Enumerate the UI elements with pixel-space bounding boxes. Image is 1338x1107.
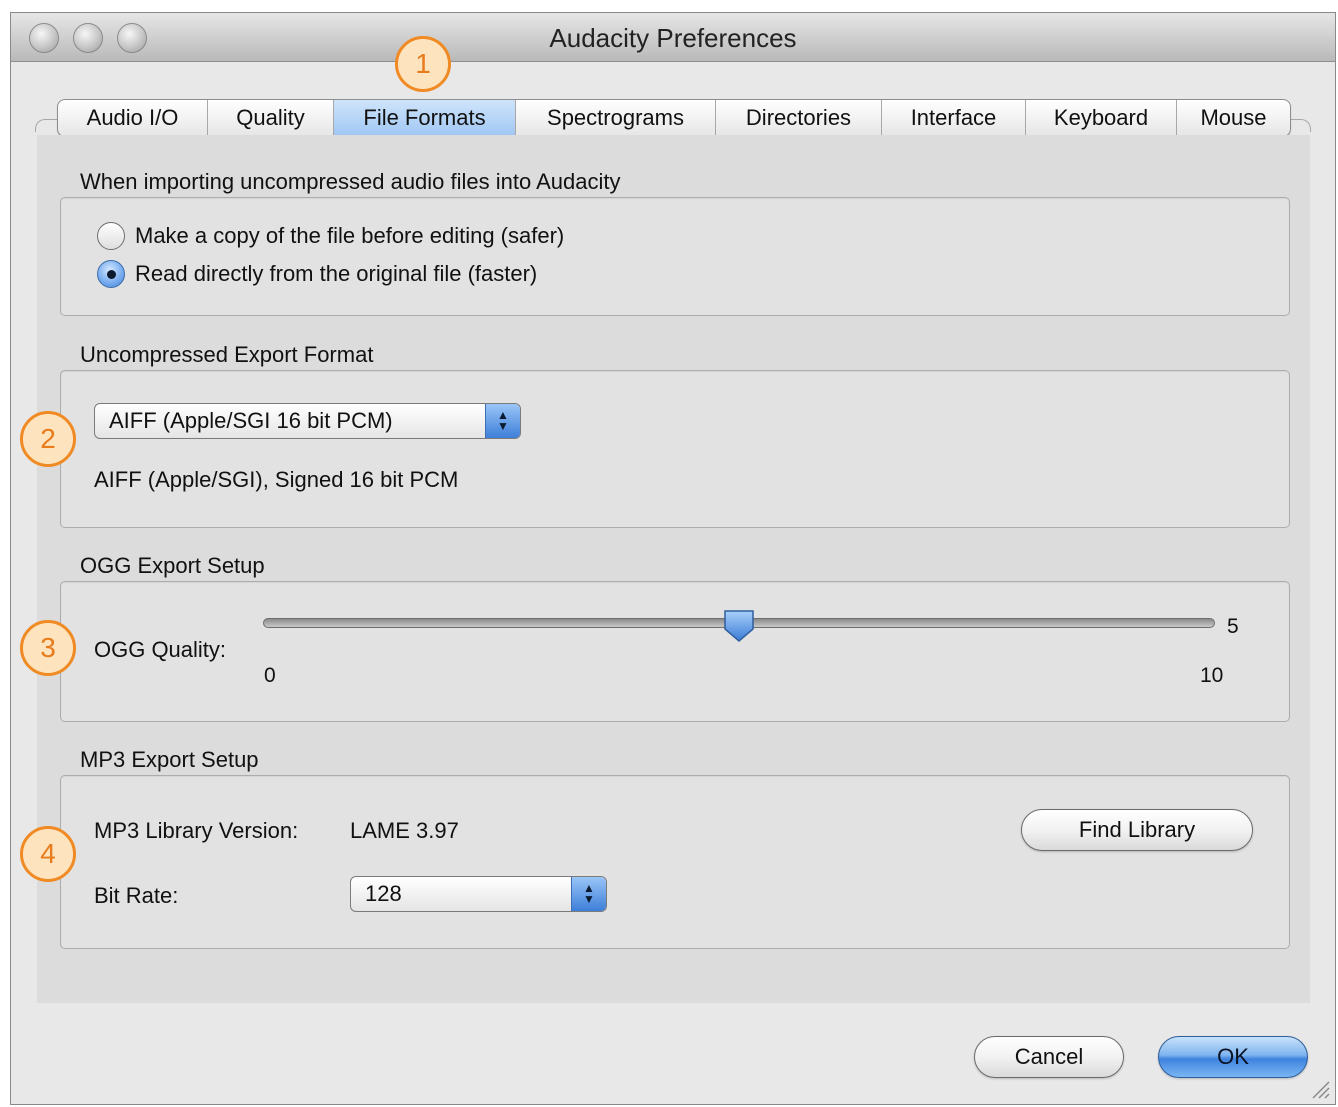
- ogg-quality-min: 0: [264, 664, 276, 687]
- tab-quality[interactable]: Quality: [208, 100, 334, 136]
- export-format-groupbox: AIFF (Apple/SGI 16 bit PCM) ▲ ▼ AIFF (App…: [60, 370, 1290, 528]
- export-format-section-label: Uncompressed Export Format: [80, 342, 374, 367]
- window-title: Audacity Preferences: [549, 23, 797, 53]
- find-library-button[interactable]: Find Library: [1021, 809, 1253, 851]
- title-bar[interactable]: Audacity Preferences: [11, 13, 1335, 62]
- export-format-select-value: AIFF (Apple/SGI 16 bit PCM): [109, 408, 393, 433]
- mp3-library-version-label: MP3 Library Version:: [94, 818, 299, 843]
- radio-copy-label: Make a copy of the file before editing (…: [135, 223, 565, 248]
- tab-mouse[interactable]: Mouse: [1177, 100, 1290, 136]
- ogg-groupbox: OGG Quality: 5 0 10: [60, 581, 1290, 722]
- cancel-button[interactable]: Cancel: [974, 1036, 1124, 1078]
- radio-copy-file[interactable]: Make a copy of the file before editing (…: [97, 222, 564, 250]
- ogg-quality-slider-thumb[interactable]: [723, 609, 755, 643]
- callout-badge-1: 1: [395, 36, 451, 92]
- export-format-select[interactable]: AIFF (Apple/SGI 16 bit PCM) ▲ ▼: [94, 403, 521, 439]
- radio-read-directly[interactable]: Read directly from the original file (fa…: [97, 260, 537, 288]
- export-format-description: AIFF (Apple/SGI), Signed 16 bit PCM: [94, 467, 459, 492]
- tab-directories[interactable]: Directories: [716, 100, 882, 136]
- callout-badge-4: 4: [20, 826, 76, 882]
- ogg-quality-label: OGG Quality:: [94, 637, 227, 662]
- radio-button-read-directly[interactable]: [97, 260, 125, 288]
- import-groupbox: Make a copy of the file before editing (…: [60, 197, 1290, 316]
- tab-file-formats[interactable]: File Formats: [334, 100, 516, 136]
- ogg-quality-max: 10: [1200, 664, 1224, 687]
- mp3-groupbox: MP3 Library Version: LAME 3.97 Find Libr…: [60, 775, 1290, 949]
- tab-keyboard[interactable]: Keyboard: [1026, 100, 1177, 136]
- select-arrows-icon: ▲ ▼: [571, 877, 606, 911]
- select-arrows-icon: ▲ ▼: [485, 404, 520, 438]
- bit-rate-select[interactable]: 128 ▲ ▼: [350, 876, 607, 912]
- preferences-window: Audacity Preferences Audio I/O Quality F…: [10, 12, 1336, 1105]
- bit-rate-select-value: 128: [365, 881, 402, 906]
- callout-badge-3: 3: [20, 620, 76, 676]
- tab-spectrograms[interactable]: Spectrograms: [516, 100, 716, 136]
- radio-read-directly-label: Read directly from the original file (fa…: [135, 261, 538, 286]
- ok-button[interactable]: OK: [1158, 1036, 1308, 1078]
- radio-button-copy[interactable]: [97, 222, 125, 250]
- resize-grip-icon[interactable]: [1307, 1076, 1331, 1100]
- ogg-section-label: OGG Export Setup: [80, 553, 265, 578]
- mp3-section-label: MP3 Export Setup: [80, 747, 259, 772]
- mp3-library-version-value: LAME 3.97: [350, 818, 459, 843]
- callout-badge-2: 2: [20, 411, 76, 467]
- tab-interface[interactable]: Interface: [882, 100, 1026, 136]
- file-formats-panel: When importing uncompressed audio files …: [37, 135, 1310, 1003]
- ogg-quality-value: 5: [1227, 615, 1239, 638]
- preferences-tabs: Audio I/O Quality File Formats Spectrogr…: [57, 99, 1291, 137]
- tab-audio-io[interactable]: Audio I/O: [58, 100, 208, 136]
- import-section-label: When importing uncompressed audio files …: [80, 169, 621, 194]
- bit-rate-label: Bit Rate:: [94, 883, 179, 908]
